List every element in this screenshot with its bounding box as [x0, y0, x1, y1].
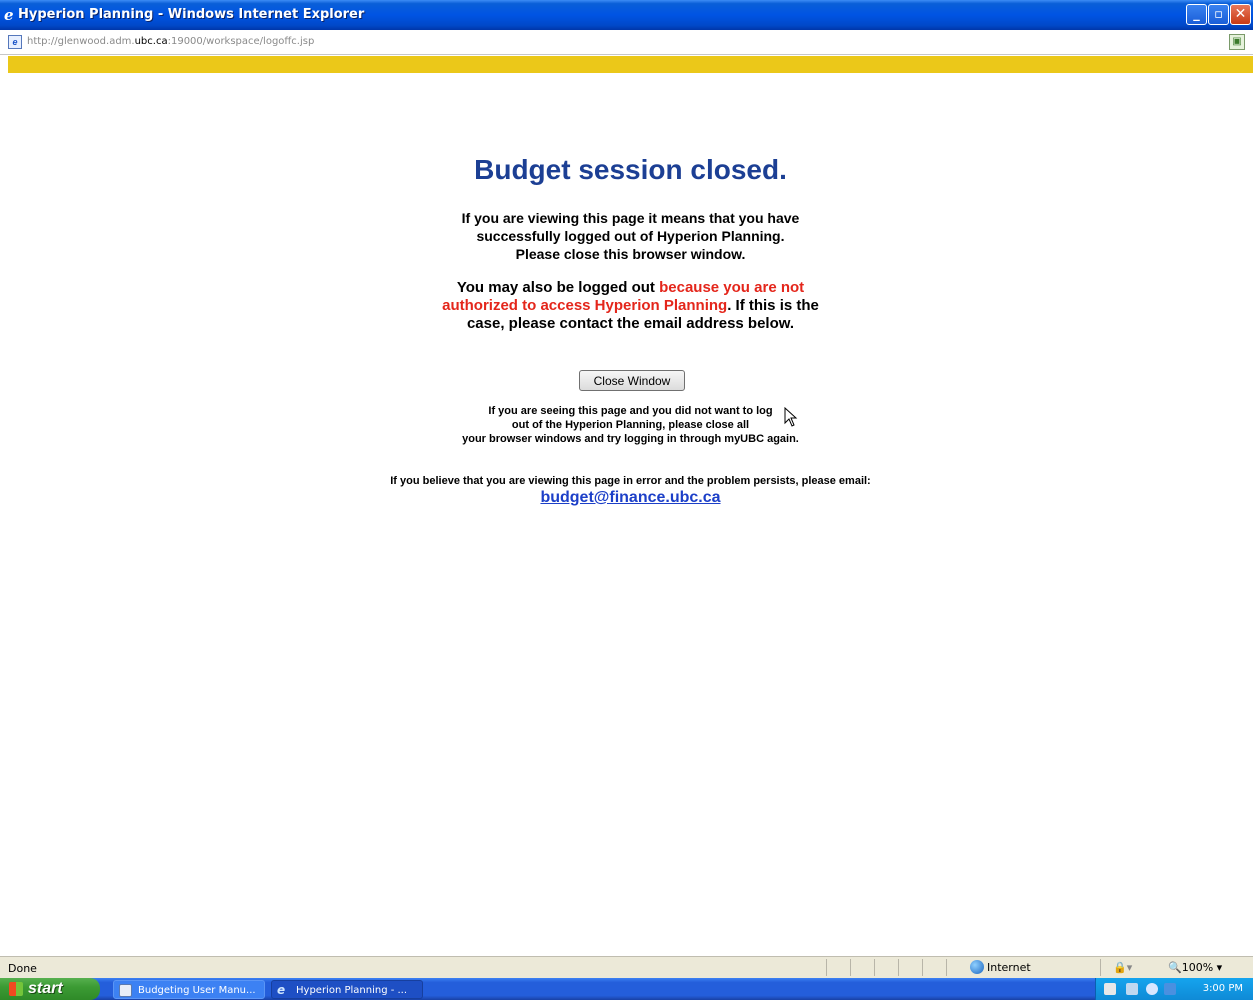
- minimize-button[interactable]: _: [1186, 4, 1207, 25]
- window-title-bar[interactable]: e Hyperion Planning - Windows Internet E…: [0, 0, 1253, 30]
- close-window-button[interactable]: ✕: [1230, 4, 1251, 25]
- banner-bar: [8, 56, 1253, 73]
- email-link[interactable]: budget@finance.ubc.ca: [8, 489, 1253, 507]
- protected-mode-icon[interactable]: 🔒▾: [1113, 961, 1132, 974]
- page-content: Budget session closed. If you are viewin…: [8, 73, 1253, 956]
- help-icon[interactable]: [1104, 983, 1116, 995]
- page-icon: e: [8, 35, 22, 49]
- address-bar[interactable]: e http://glenwood.adm.ubc.ca:19000/works…: [0, 30, 1253, 55]
- page-title: Budget session closed.: [474, 154, 787, 185]
- taskbar: start Budgeting User Manu... e Hyperion …: [0, 978, 1253, 1000]
- restore-button[interactable]: ▫: [1208, 4, 1229, 25]
- display-icon[interactable]: [1164, 983, 1176, 995]
- internet-explorer-icon: e: [277, 983, 286, 997]
- taskbar-item-hyperion-planning[interactable]: e Hyperion Planning - ...: [271, 980, 423, 999]
- windows-logo-icon: [9, 982, 23, 996]
- url-text[interactable]: http://glenwood.adm.ubc.ca:19000/workspa…: [27, 36, 314, 47]
- authorization-message: You may also be logged out because you a…: [442, 279, 819, 332]
- sound-icon[interactable]: [1146, 983, 1158, 995]
- feeds-icon[interactable]: ▣: [1229, 34, 1245, 50]
- logout-message: If you are viewing this page it means th…: [461, 210, 800, 262]
- network-icon[interactable]: [1126, 983, 1138, 995]
- system-tray: 3:00 PM: [1095, 978, 1253, 1000]
- security-zone[interactable]: Internet: [970, 960, 1031, 974]
- clock[interactable]: 3:00 PM: [1203, 983, 1243, 994]
- mouse-cursor-icon: [784, 407, 798, 427]
- start-button[interactable]: start: [0, 978, 100, 1000]
- zoom-control[interactable]: 🔍100% ▾: [1168, 961, 1222, 974]
- error-contact-line: If you believe that you are viewing this…: [390, 475, 871, 487]
- relogin-note: If you are seeing this page and you did …: [462, 405, 799, 445]
- close-window-page-button[interactable]: Close Window: [579, 370, 685, 391]
- status-bar: Done Internet 🔒▾ 🔍100% ▾: [0, 956, 1253, 978]
- globe-icon: [970, 960, 984, 974]
- status-text: Done: [8, 962, 37, 975]
- word-document-icon: [119, 984, 132, 997]
- window-title: Hyperion Planning - Windows Internet Exp…: [18, 7, 365, 22]
- taskbar-item-budgeting-manual[interactable]: Budgeting User Manu...: [113, 980, 265, 999]
